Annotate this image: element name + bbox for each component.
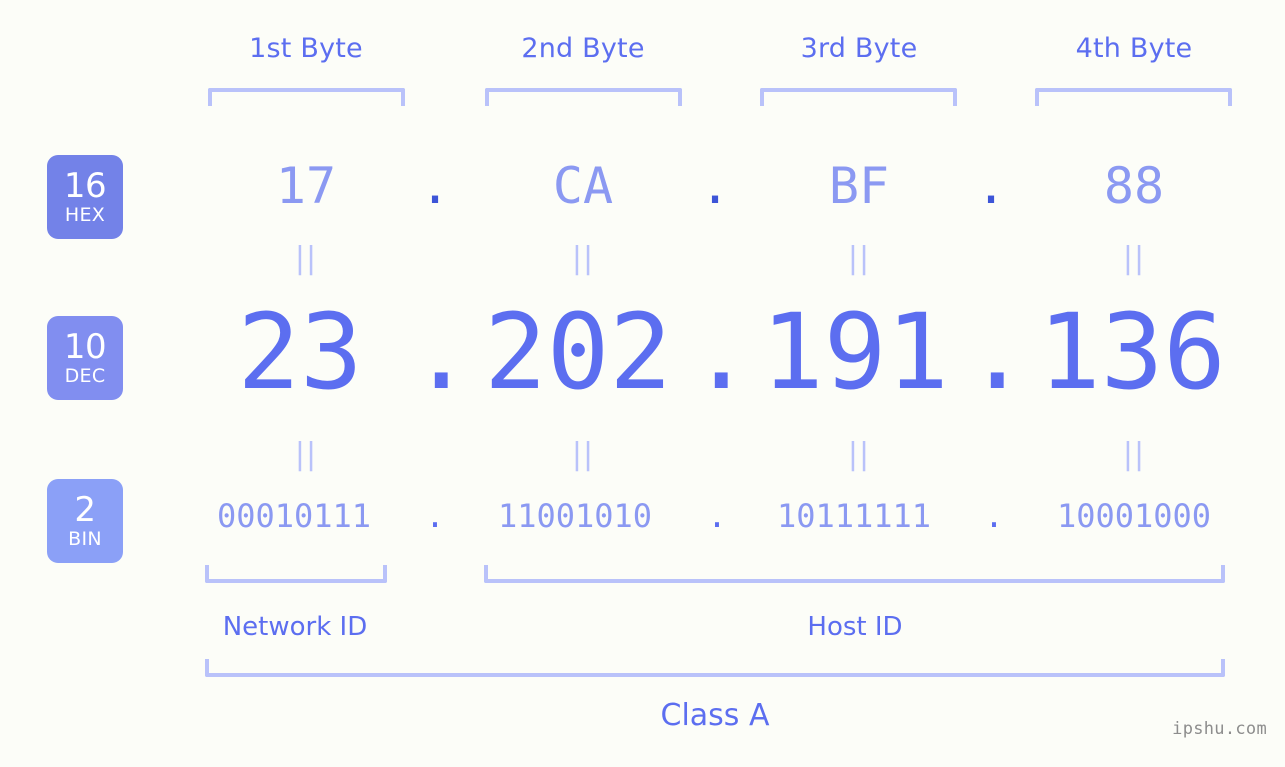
hex-dot-3: . <box>975 157 1007 215</box>
network-id-label: Network ID <box>222 612 368 642</box>
dec-row: 23 . 202 . 191 . 136 <box>0 300 1285 410</box>
hex-octet-1: 17 <box>275 157 337 215</box>
class-label: Class A <box>660 698 770 733</box>
hex-dot-1: . <box>419 157 451 215</box>
bin-dot-1: . <box>425 497 445 535</box>
dec-dot-2: . <box>690 291 753 413</box>
dec-dot-3: . <box>966 291 1029 413</box>
host-id-label: Host ID <box>807 612 903 642</box>
dec-dot-1: . <box>410 291 473 413</box>
dec-octet-2: 202 <box>484 291 672 413</box>
equals-mark-dec-bin-3: || <box>847 437 871 472</box>
equals-mark-hex-dec-4: || <box>1122 241 1146 276</box>
hex-octet-4: 88 <box>1103 157 1165 215</box>
bin-row: 00010111 . 11001010 . 10111111 . 1000100… <box>0 497 1285 547</box>
byte-bracket-2 <box>485 88 682 106</box>
ip-address-diagram: 1st Byte 2nd Byte 3rd Byte 4th Byte 16 H… <box>0 0 1285 767</box>
hex-row: 17 . CA . BF . 88 <box>0 155 1285 225</box>
class-bracket <box>205 659 1225 677</box>
bin-dot-2: . <box>707 497 727 535</box>
bin-dot-3: . <box>984 497 1004 535</box>
dec-octet-1: 23 <box>237 291 363 413</box>
host-id-bracket <box>484 565 1225 583</box>
byte-header-3: 3rd Byte <box>800 33 918 64</box>
equals-mark-dec-bin-2: || <box>571 437 595 472</box>
equals-mark-dec-bin-4: || <box>1122 437 1146 472</box>
equals-mark-hex-dec-1: || <box>294 241 318 276</box>
network-id-bracket <box>205 565 387 583</box>
equals-mark-hex-dec-3: || <box>847 241 871 276</box>
byte-bracket-1 <box>208 88 405 106</box>
equals-mark-dec-bin-1: || <box>294 437 318 472</box>
byte-header-1: 1st Byte <box>249 33 363 64</box>
dec-octet-3: 191 <box>761 291 949 413</box>
bin-octet-2: 11001010 <box>497 497 653 535</box>
equals-mark-hex-dec-2: || <box>571 241 595 276</box>
hex-octet-3: BF <box>828 157 890 215</box>
watermark: ipshu.com <box>1172 719 1267 739</box>
bin-octet-3: 10111111 <box>776 497 932 535</box>
dec-octet-4: 136 <box>1038 291 1226 413</box>
byte-header-4: 4th Byte <box>1075 33 1193 64</box>
byte-bracket-3 <box>760 88 957 106</box>
hex-dot-2: . <box>699 157 731 215</box>
hex-octet-2: CA <box>552 157 614 215</box>
byte-header-2: 2nd Byte <box>521 33 645 64</box>
byte-bracket-4 <box>1035 88 1232 106</box>
bin-octet-4: 10001000 <box>1056 497 1212 535</box>
bin-octet-1: 00010111 <box>216 497 372 535</box>
